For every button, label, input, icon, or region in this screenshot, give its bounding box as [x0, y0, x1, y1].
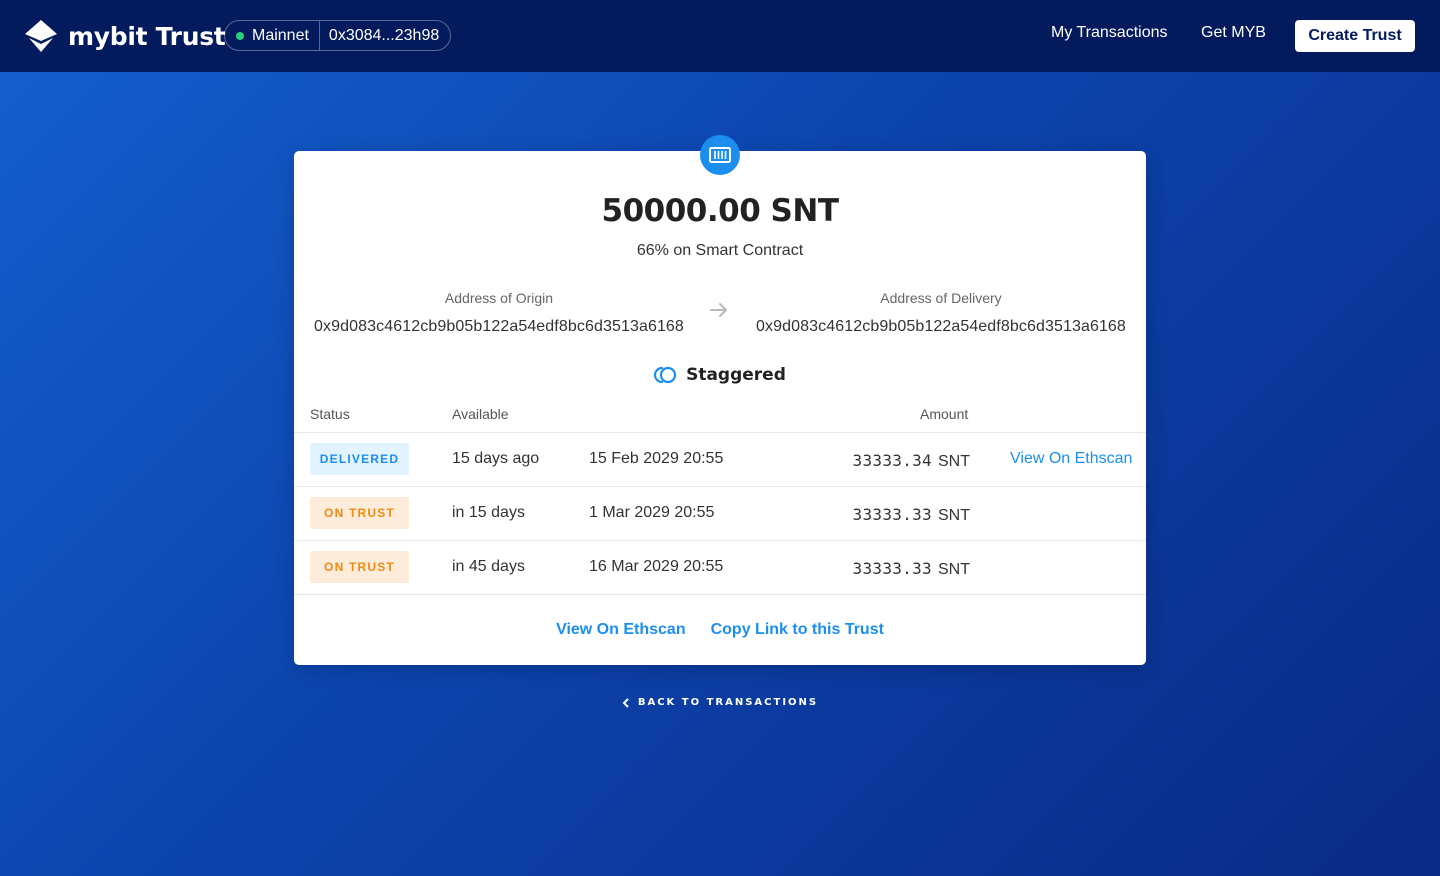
view-on-ethscan-link[interactable]: View On Ethscan — [1010, 450, 1132, 468]
release-mode-label: Staggered — [686, 365, 786, 385]
arrow-right-icon — [710, 303, 727, 317]
origin-label: Address of Origin — [444, 290, 554, 306]
delivery-address: 0x9d083c4612cb9b05b122a54edf8bc6d3513a61… — [756, 318, 1126, 335]
amount-value: 33333.33 — [852, 505, 932, 524]
nav-my-transactions[interactable]: My Transactions — [1051, 24, 1167, 42]
release-date: 1 Mar 2029 20:55 — [589, 504, 715, 521]
nav-get-myb[interactable]: Get MYB — [1201, 24, 1266, 42]
trust-icon-badge — [700, 135, 740, 175]
relative-time: 15 days ago — [452, 450, 540, 467]
status-badge: DELIVERED — [310, 443, 409, 475]
release-date: 16 Mar 2029 20:55 — [589, 558, 724, 575]
chevron-left-icon — [622, 697, 629, 708]
table-row: DELIVERED 15 days ago 15 Feb 2029 20:55 … — [294, 432, 1146, 486]
release-amount: 33333.34 SNT — [853, 451, 970, 471]
trust-detail-card: 50000.00 SNT 66% on Smart Contract Addre… — [294, 151, 1146, 665]
release-mode: Staggered — [294, 365, 1146, 385]
logo[interactable]: mybit Trust — [24, 18, 226, 54]
relative-time: in 45 days — [452, 558, 525, 575]
staggered-icon — [654, 366, 677, 384]
amount-value: 33333.33 — [852, 559, 932, 578]
release-date: 15 Feb 2029 20:55 — [589, 450, 724, 467]
network-indicator: Mainnet — [225, 21, 320, 50]
delivery-address-block: Address of Delivery 0x9d083c4612cb9b05b1… — [756, 290, 1126, 336]
origin-address: 0x9d083c4612cb9b05b122a54edf8bc6d3513a61… — [314, 318, 684, 335]
container-icon — [709, 147, 731, 163]
status-badge: ON TRUST — [310, 551, 409, 583]
amount-unit: SNT — [938, 507, 970, 524]
network-name: Mainnet — [252, 26, 309, 44]
origin-address-block: Address of Origin 0x9d083c4612cb9b05b122… — [314, 290, 684, 336]
trust-amount: 50000.00 SNT — [601, 193, 839, 229]
amount-value: 33333.34 — [852, 451, 932, 470]
card-footer: View On Ethscan Copy Link to this Trust — [294, 594, 1146, 665]
copy-trust-link-button[interactable]: Copy Link to this Trust — [711, 621, 884, 639]
contract-percentage: 66% on Smart Contract — [636, 242, 804, 259]
amount-unit: SNT — [938, 453, 970, 470]
status-dot-icon — [236, 31, 244, 40]
relative-time: in 15 days — [452, 504, 525, 521]
view-on-ethscan-button[interactable]: View On Ethscan — [556, 621, 686, 639]
delivery-label: Address of Delivery — [880, 290, 1002, 306]
amount-unit: SNT — [938, 561, 970, 578]
table-row: ON TRUST in 15 days 1 Mar 2029 20:55 333… — [294, 486, 1146, 540]
release-amount: 33333.33 SNT — [853, 505, 970, 525]
table-row: ON TRUST in 45 days 16 Mar 2029 20:55 33… — [294, 540, 1146, 594]
column-header-status: Status — [310, 406, 350, 422]
column-header-amount: Amount — [920, 406, 969, 422]
create-trust-button[interactable]: Create Trust — [1295, 20, 1415, 52]
back-to-transactions-label: BACK TO TRANSACTIONS — [637, 697, 819, 708]
mybit-logo-icon — [25, 20, 57, 52]
back-to-transactions-link[interactable]: BACK TO TRANSACTIONS — [0, 697, 1440, 708]
account-address: 0x3084...23h98 — [328, 26, 440, 44]
logo-text: mybit Trust — [68, 21, 226, 51]
top-nav-bar: mybit Trust Mainnet 0x3084...23h98 My Tr… — [0, 0, 1440, 72]
release-amount: 33333.33 SNT — [853, 559, 970, 579]
network-account-pill[interactable]: Mainnet 0x3084...23h98 — [224, 20, 452, 51]
column-header-available: Available — [452, 406, 509, 422]
status-badge: ON TRUST — [310, 497, 409, 529]
